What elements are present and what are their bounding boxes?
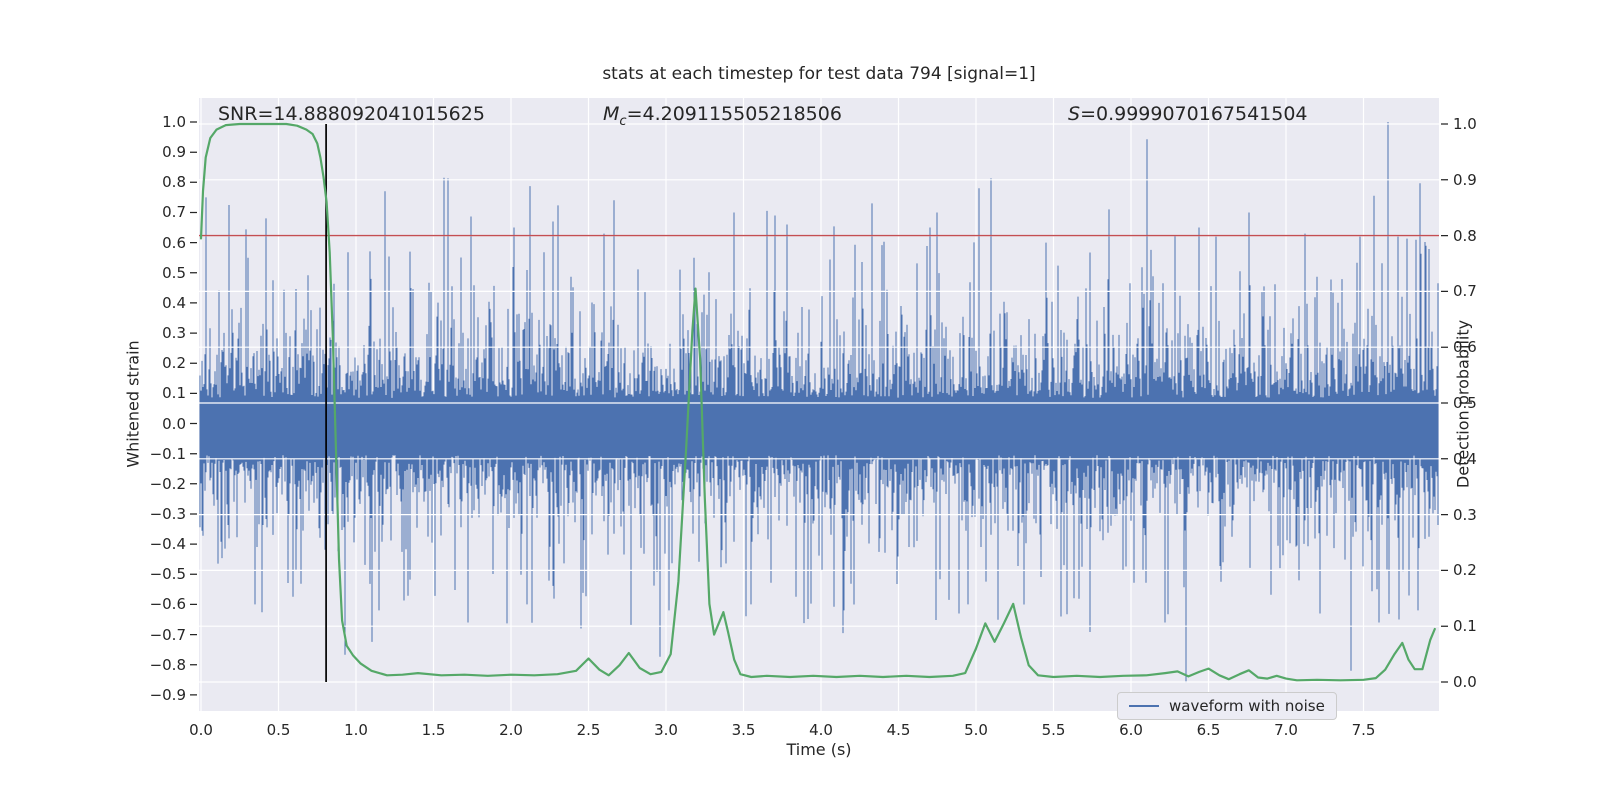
chirp-mass-subscript: c xyxy=(619,113,627,129)
y-right-tick-label: 0.8 xyxy=(1453,226,1477,245)
y-left-tick-label: 0.2 xyxy=(162,354,186,373)
x-tick-label: 4.0 xyxy=(809,721,833,739)
y-left-tick-label: 0.6 xyxy=(162,233,186,252)
y-right-tick-label: 0.1 xyxy=(1453,617,1477,636)
y-left-tick-label: 0.0 xyxy=(162,414,186,433)
x-tick-label: 2.0 xyxy=(499,721,523,739)
y-right-tick-label: 0.9 xyxy=(1453,170,1477,189)
y-left-tick-label: 0.3 xyxy=(162,324,186,343)
legend-line-sample xyxy=(1129,705,1159,707)
snr-annotation: SNR=14.888092041015625 xyxy=(218,103,485,125)
legend: waveform with noise xyxy=(1117,692,1337,720)
legend-label: waveform with noise xyxy=(1169,697,1325,715)
stat-value: =0.9999070167541504 xyxy=(1080,103,1308,125)
y-left-tick-label: −0.8 xyxy=(149,655,186,674)
x-tick-label: 3.5 xyxy=(731,721,756,739)
x-tick-label: 2.5 xyxy=(576,721,601,739)
y-right-tick-label: 0.7 xyxy=(1453,282,1477,301)
x-axis-label: Time (s) xyxy=(786,740,852,759)
y-left-tick-label: 0.1 xyxy=(162,384,186,403)
chart-title: stats at each timestep for test data 794… xyxy=(602,64,1036,84)
y-left-tick-label: −0.5 xyxy=(149,565,186,584)
y-right-tick-label: 0.2 xyxy=(1453,561,1477,580)
x-tick-label: 6.0 xyxy=(1119,721,1143,739)
stat-symbol: S xyxy=(1068,103,1081,125)
y-right-tick-label: 0.5 xyxy=(1453,393,1477,412)
chirp-mass-symbol: M xyxy=(603,103,620,125)
y-left-tick-label: −0.6 xyxy=(149,595,186,614)
x-tick-label: 3.0 xyxy=(654,721,678,739)
x-tick-label: 7.0 xyxy=(1274,721,1298,739)
x-tick-label: 1.5 xyxy=(421,721,446,739)
snr-text: SNR=14.888092041015625 xyxy=(218,103,485,125)
y-left-tick-label: −0.3 xyxy=(149,504,186,523)
x-tick-label: 7.5 xyxy=(1351,721,1376,739)
y-left-tick-label: 1.0 xyxy=(162,113,186,131)
y-left-tick-label: −0.2 xyxy=(149,474,186,493)
y-left-tick-label: 0.4 xyxy=(162,293,186,312)
y-left-tick-label: −0.9 xyxy=(149,685,186,704)
y-left-tick-label: −0.4 xyxy=(149,535,186,554)
y-right-tick-label: 1.0 xyxy=(1453,115,1477,133)
x-tick-label: 4.5 xyxy=(886,721,911,739)
figure: stats at each timestep for test data 794… xyxy=(0,0,1600,800)
x-tick-label: 5.5 xyxy=(1041,721,1066,739)
y-right-tick-label: 0.0 xyxy=(1453,672,1477,691)
x-tick-label: 1.0 xyxy=(344,721,368,739)
x-tick-label: 6.5 xyxy=(1196,721,1221,739)
chirp-mass-value: =4.209115505218506 xyxy=(626,103,842,125)
x-tick-label: 0.5 xyxy=(266,721,291,739)
stat-annotation: S=0.9999070167541504 xyxy=(1068,103,1308,125)
y-right-tick-label: 0.3 xyxy=(1453,505,1477,524)
x-tick-label: 0.0 xyxy=(189,721,213,739)
chirp-mass-annotation: Mc=4.209115505218506 xyxy=(603,103,842,129)
y-left-tick-label: 0.9 xyxy=(162,143,186,162)
y-right-tick-label: 0.6 xyxy=(1453,338,1477,357)
y-left-tick-label: 0.7 xyxy=(162,203,186,222)
y-left-tick-label: 0.5 xyxy=(162,263,186,282)
x-tick-label: 5.0 xyxy=(964,721,988,739)
y-left-tick-label: −0.1 xyxy=(149,444,186,463)
y-left-tick-label: −0.7 xyxy=(149,625,186,644)
y-right-tick-label: 0.4 xyxy=(1453,449,1477,468)
y-left-tick-label: 0.8 xyxy=(162,173,186,192)
